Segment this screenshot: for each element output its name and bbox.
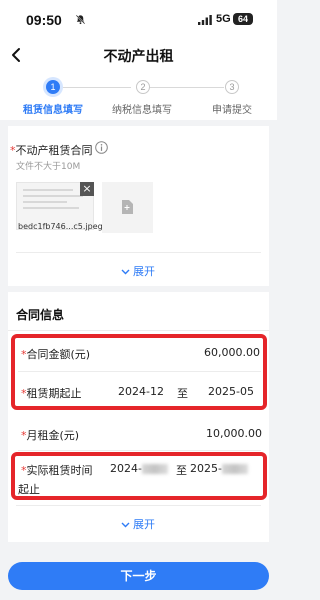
lease-end-field[interactable]: 2025-05 <box>208 385 254 398</box>
divider <box>16 252 261 253</box>
actual-period-label: *实际租赁时间 <box>21 464 93 477</box>
contract-amount-label: *合同金额(元) <box>21 348 91 361</box>
lease-period-label: *租赁期起止 <box>21 387 82 400</box>
step-2-label: 纳税信息填写 <box>112 105 172 116</box>
page-title: 不动产出租 <box>103 49 174 65</box>
nav-bar: 不动产出租 <box>0 40 277 72</box>
actual-start-field[interactable]: 2024- <box>110 462 168 475</box>
lease-start-field[interactable]: 2024-12 <box>118 385 164 398</box>
next-button[interactable]: 下一步 <box>8 562 269 590</box>
step-connector <box>61 87 131 88</box>
status-bar: 09:50 5G 64 <box>0 0 277 40</box>
divider <box>18 450 261 451</box>
step-1-label: 租赁信息填写 <box>23 105 83 116</box>
thumbnail-text-line <box>23 189 73 191</box>
chevron-down-icon <box>121 522 130 528</box>
info-icon[interactable] <box>95 141 108 154</box>
attachment-hint: 文件不大于10M <box>16 162 81 172</box>
step-3-label: 申请提交 <box>212 105 252 116</box>
contract-amount-value[interactable]: 60,000.00 <box>204 346 260 359</box>
redacted-value <box>221 464 248 474</box>
chevron-down-icon <box>121 269 130 275</box>
actual-end-field[interactable]: 2025- <box>190 462 248 475</box>
step-1-circle: 1 <box>46 80 60 94</box>
lease-separator: 至 <box>177 387 188 400</box>
divider <box>8 330 269 331</box>
divider <box>18 371 261 372</box>
status-time: 09:50 <box>26 12 62 28</box>
expand-attachments-button[interactable]: 展开 <box>121 263 155 279</box>
bell-muted-icon <box>75 14 86 25</box>
battery-icon: 64 <box>233 13 253 25</box>
step-3-circle: 3 <box>225 80 239 94</box>
step-connector <box>150 87 224 88</box>
thumbnail-text-line <box>23 207 79 209</box>
attachment-file-name: bedc1fb746...c5.jpeg <box>18 222 103 231</box>
network-label: 5G <box>216 13 231 25</box>
expand-contract-button[interactable]: 展开 <box>121 516 155 532</box>
actual-separator: 至 <box>176 464 187 477</box>
section-title: 合同信息 <box>16 308 65 322</box>
actual-period-label-line2: 起止 <box>18 483 40 496</box>
divider <box>16 505 261 506</box>
remove-file-icon[interactable]: × <box>80 182 94 196</box>
step-indicator: 1 2 3 租赁信息填写 纳税信息填写 申请提交 <box>0 72 277 120</box>
attachment-title: *不动产租赁合同 <box>10 144 93 157</box>
thumbnail-text-line <box>23 201 67 203</box>
signal-icon <box>198 15 212 25</box>
file-icon <box>122 200 133 214</box>
step-2-circle: 2 <box>136 80 150 94</box>
monthly-rent-label: *月租金(元) <box>21 429 80 442</box>
monthly-rent-value[interactable]: 10,000.00 <box>206 427 262 440</box>
thumbnail-text-line <box>23 195 83 197</box>
redacted-value <box>141 464 168 474</box>
upload-button[interactable] <box>102 182 153 233</box>
